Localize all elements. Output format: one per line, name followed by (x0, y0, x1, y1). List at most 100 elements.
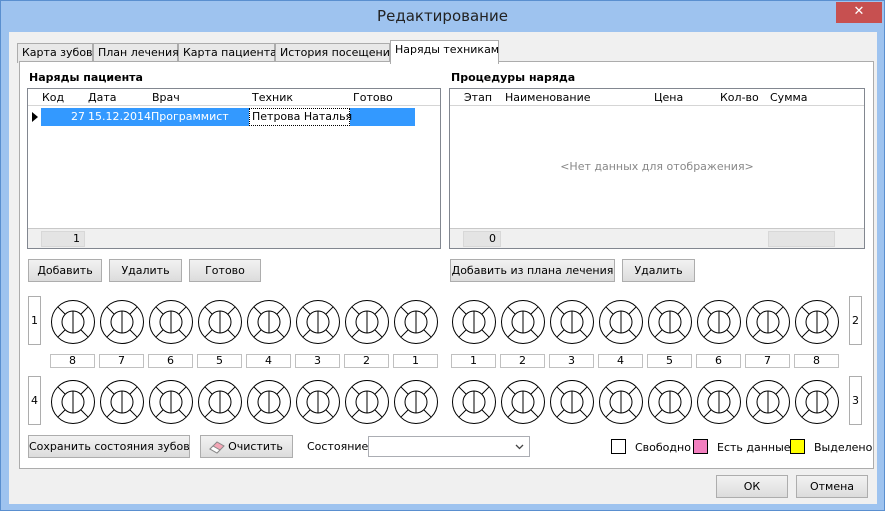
col-sum[interactable]: Сумма (770, 91, 808, 104)
col-name[interactable]: Наименование (505, 91, 590, 104)
tooth[interactable] (295, 299, 341, 345)
tooth[interactable] (197, 299, 243, 345)
tooth-number: 8 (50, 354, 95, 368)
procedures-grid[interactable]: Этап Наименование Цена Кол-во Сумма <Нет… (449, 88, 865, 249)
legend-free-label: Свободно (635, 441, 691, 454)
tooth-icon (345, 380, 389, 424)
col-ready[interactable]: Готово (353, 91, 393, 104)
tooth[interactable] (197, 379, 243, 425)
tooth-number: 5 (197, 354, 242, 368)
tooth-number: 8 (794, 354, 839, 368)
tooth[interactable] (148, 379, 194, 425)
window-title: Редактирование (377, 7, 508, 25)
save-teeth-state-button[interactable]: Сохранить состояния зубов (28, 435, 190, 458)
tooth[interactable] (598, 299, 644, 345)
tooth[interactable] (500, 299, 546, 345)
tooth[interactable] (393, 379, 439, 425)
tooth-icon (247, 380, 291, 424)
tab-technician-orders[interactable]: Наряды техникам (390, 40, 499, 64)
state-label: Состояние (307, 440, 369, 453)
tooth[interactable] (246, 299, 292, 345)
tooth[interactable] (50, 299, 96, 345)
tooth[interactable] (549, 379, 595, 425)
tooth-icon (296, 300, 340, 344)
quadrant-label-3: 3 (849, 376, 862, 425)
cell-date: 15.12.2014 (88, 110, 151, 123)
tooth[interactable] (246, 379, 292, 425)
tooth-icon (149, 380, 193, 424)
tooth[interactable] (99, 299, 145, 345)
cell-technician-box: Петрова Наталья (249, 108, 352, 126)
tooth-number: 6 (148, 354, 193, 368)
orders-grid[interactable]: Код Дата Врач Техник Готово 27 15.12.201… (27, 88, 441, 249)
tooth-icon (247, 300, 291, 344)
ok-button[interactable]: ОК (716, 475, 788, 498)
tooth[interactable] (344, 379, 390, 425)
tooth[interactable] (647, 379, 693, 425)
orders-title: Наряды пациента (29, 71, 143, 84)
tooth[interactable] (295, 379, 341, 425)
cell-doctor: Программист (151, 110, 229, 123)
tooth-number: 2 (500, 354, 545, 368)
col-date[interactable]: Дата (88, 91, 116, 104)
col-code[interactable]: Код (42, 91, 64, 104)
tooth[interactable] (794, 379, 840, 425)
tooth[interactable] (647, 299, 693, 345)
quadrant-label-2: 2 (849, 296, 862, 345)
tooth-number: 1 (451, 354, 496, 368)
tooth[interactable] (794, 299, 840, 345)
add-order-button[interactable]: Добавить (28, 259, 102, 282)
table-row[interactable]: 27 15.12.2014 Программист Петрова Наталь… (41, 108, 415, 126)
title-bar: Редактирование ✕ (1, 1, 884, 33)
tooth[interactable] (549, 299, 595, 345)
tooth[interactable] (393, 299, 439, 345)
tab-patient-card[interactable]: Карта пациента (178, 43, 277, 63)
tooth-icon (149, 300, 193, 344)
tooth[interactable] (344, 299, 390, 345)
tooth-icon (100, 300, 144, 344)
delete-procedure-button[interactable]: Удалить (622, 259, 695, 282)
col-stage[interactable]: Этап (464, 91, 492, 104)
tooth-number: 3 (549, 354, 594, 368)
tooth[interactable] (451, 299, 497, 345)
tooth[interactable] (451, 379, 497, 425)
tooth[interactable] (500, 379, 546, 425)
tooth-icon (795, 300, 839, 344)
tooth[interactable] (148, 299, 194, 345)
col-price[interactable]: Цена (654, 91, 683, 104)
add-from-plan-button[interactable]: Добавить из плана лечения (450, 259, 615, 282)
tab-visit-history[interactable]: История посещений (275, 43, 397, 63)
cancel-button[interactable]: Отмена (796, 475, 868, 498)
state-select[interactable] (368, 436, 530, 457)
clear-button[interactable]: Очистить (200, 435, 293, 458)
tooth[interactable] (50, 379, 96, 425)
tab-teeth-map[interactable]: Карта зубов (17, 43, 93, 63)
quadrant-label-4: 4 (28, 376, 41, 425)
tooth-icon (746, 300, 790, 344)
tooth[interactable] (745, 379, 791, 425)
tooth-number: 6 (696, 354, 741, 368)
col-technician[interactable]: Техник (252, 91, 293, 104)
tooth-icon (746, 380, 790, 424)
tooth-icon (599, 300, 643, 344)
tooth[interactable] (696, 299, 742, 345)
tooth[interactable] (696, 379, 742, 425)
tab-panel: Наряды пациента Код Дата Врач Техник Гот… (19, 61, 874, 469)
tab-treatment-plan[interactable]: План лечения (93, 43, 179, 63)
legend-has-data-label: Есть данные (717, 441, 791, 454)
dialog-client: Карта зубов План лечения Карта пациента … (9, 32, 877, 504)
done-button[interactable]: Готово (189, 259, 261, 282)
close-button[interactable]: ✕ (836, 2, 882, 23)
tooth-icon (697, 380, 741, 424)
tooth[interactable] (745, 299, 791, 345)
tooth-icon (452, 380, 496, 424)
col-qty[interactable]: Кол-во (720, 91, 759, 104)
tooth-icon (394, 380, 438, 424)
dialog-window: Редактирование ✕ Карта зубов План лечени… (0, 0, 885, 511)
tooth[interactable] (99, 379, 145, 425)
tooth[interactable] (598, 379, 644, 425)
delete-order-button[interactable]: Удалить (109, 259, 182, 282)
tooth-number: 5 (647, 354, 692, 368)
col-doctor[interactable]: Врач (152, 91, 180, 104)
tooth-icon (452, 300, 496, 344)
